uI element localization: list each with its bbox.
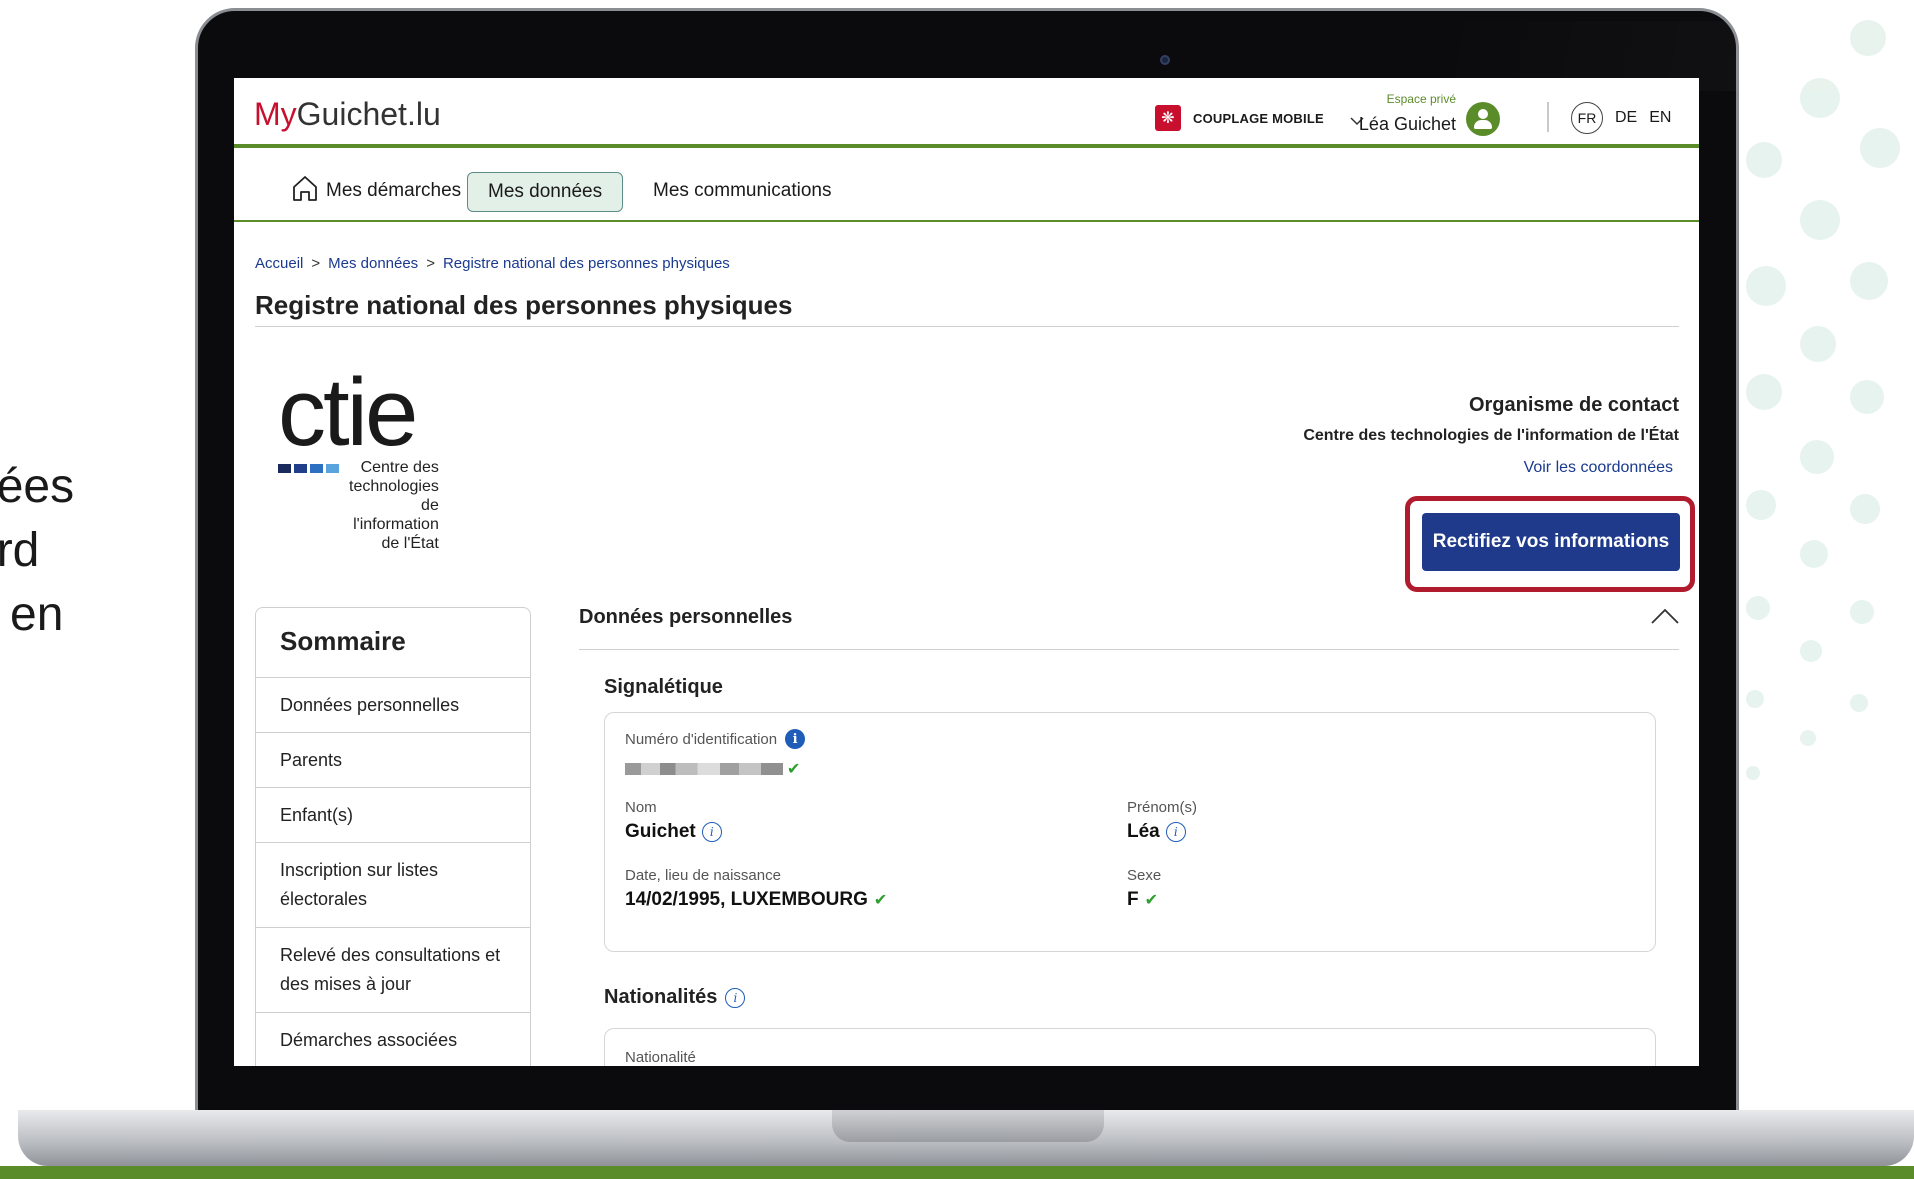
logo-my: My [254, 96, 297, 132]
sommaire-item[interactable]: Enfant(s) [256, 788, 530, 843]
id-label-row: Numéro d'identification i [625, 729, 806, 749]
sexe-value: F [1127, 889, 1139, 910]
nav-mes-communications[interactable]: Mes communications [633, 172, 851, 210]
espace-prive-label: Espace privé [1386, 92, 1456, 106]
couplage-mobile-button[interactable]: ❋ COUPLAGE MOBILE [1155, 105, 1324, 131]
nom-value: Guichet [625, 821, 696, 842]
birth-value-row: 14/02/1995, LUXEMBOURG ✔ [625, 889, 887, 911]
sommaire-panel: Sommaire Données personnelles Parents En… [255, 607, 531, 1066]
sexe-label: Sexe [1127, 867, 1162, 884]
voir-coordonnees-link[interactable]: Voir les coordonnées [1303, 459, 1679, 477]
nav-mes-demarches[interactable]: Mes démarches [306, 172, 481, 210]
side-text-line: n en [0, 588, 64, 641]
side-text-line: ord [0, 524, 40, 577]
sommaire-item[interactable]: Données personnelles [256, 678, 530, 733]
check-icon: ✔ [1144, 892, 1159, 909]
nationalites-title: Nationalités [604, 986, 718, 1008]
ctie-caption-line: de l'information de l'État [353, 497, 439, 552]
breadcrumb-current[interactable]: Registre national des personnes physique… [443, 255, 730, 272]
ctie-wordmark: ctie [278, 359, 418, 466]
qr-mobile-icon: ❋ [1155, 105, 1181, 131]
ctie-caption-line: Centre des technologies [349, 459, 439, 495]
lang-fr-button[interactable]: FR [1571, 102, 1603, 134]
ctie-caption: Centre des technologies de l'information… [349, 458, 439, 553]
breadcrumb-accueil[interactable]: Accueil [255, 255, 303, 272]
prenom-value-row: Léa i [1127, 821, 1186, 843]
info-icon[interactable]: i [785, 729, 806, 749]
logo-rest: Guichet.lu [296, 96, 441, 132]
header-divider [1547, 102, 1549, 132]
birth-label: Date, lieu de naissance [625, 867, 781, 884]
lang-en-button[interactable]: EN [1649, 109, 1671, 127]
sommaire-item[interactable]: Inscription sur listes électorales [256, 843, 530, 928]
nav-mes-donnees[interactable]: Mes données [467, 172, 624, 212]
nationalites-card: Nationalité [604, 1028, 1656, 1066]
user-menu[interactable]: Espace privé Léa Guichet [1350, 92, 1500, 142]
ctie-logo: ctie Centre des technologies de l'inform… [278, 359, 439, 552]
chevron-up-icon[interactable] [1650, 606, 1680, 626]
laptop-notch [832, 1110, 1104, 1142]
id-label: Numéro d'identification [625, 730, 778, 748]
side-text-line: s [0, 647, 100, 711]
contact-block: Organisme de contact Centre des technolo… [1303, 394, 1679, 477]
contact-org: Centre des technologies de l'information… [1303, 427, 1679, 444]
nationalite-column-label: Nationalité [625, 1049, 696, 1066]
avatar-icon [1466, 102, 1500, 136]
sommaire-item[interactable]: Parents [256, 733, 530, 788]
sexe-value-row: F ✔ [1127, 889, 1158, 911]
camera-icon [1160, 55, 1170, 65]
breadcrumb-mes-donnees[interactable]: Mes données [328, 255, 418, 272]
sommaire-item[interactable]: Relevé des consultations et des mises à … [256, 928, 530, 1013]
side-marketing-text: nées ord n en s [0, 455, 100, 711]
check-icon: ✔ [873, 892, 888, 909]
browser-screen: MyGuichet.lu ❋ COUPLAGE MOBILE Espace pr… [234, 78, 1699, 1066]
language-switcher: FR DE EN [1571, 102, 1671, 134]
nom-label: Nom [625, 799, 657, 816]
info-icon[interactable]: i [725, 987, 746, 1008]
site-header: MyGuichet.lu ❋ COUPLAGE MOBILE Espace pr… [234, 78, 1699, 148]
prenom-value: Léa [1127, 821, 1160, 842]
couplage-label: COUPLAGE MOBILE [1193, 110, 1324, 126]
section-divider [579, 649, 1679, 650]
section-title: Données personnelles [579, 606, 793, 628]
birth-value: 14/02/1995, LUXEMBOURG [625, 889, 868, 910]
prenom-label: Prénom(s) [1127, 799, 1198, 816]
masked-id-value [625, 763, 783, 775]
bottom-strip [0, 1166, 1914, 1179]
breadcrumb-separator: > [311, 255, 321, 272]
title-divider [255, 326, 1679, 327]
main-nav: Mes démarches Mes données Mes communicat… [234, 148, 1699, 222]
rectifiez-informations-button[interactable]: Rectifiez vos informations [1422, 513, 1680, 571]
site-logo[interactable]: MyGuichet.lu [254, 96, 441, 133]
signaletique-card: Numéro d'identification i ✔ Nom Guichet … [604, 712, 1656, 952]
contact-heading: Organisme de contact [1468, 394, 1679, 416]
ctie-squares-icon [278, 464, 339, 553]
check-icon: ✔ [787, 761, 801, 778]
side-text-line: nées [0, 460, 75, 513]
ctie-subline: Centre des technologies de l'information… [278, 458, 439, 553]
breadcrumb: Accueil > Mes données > Registre nationa… [255, 255, 730, 272]
user-name: Léa Guichet [1358, 114, 1456, 134]
page-title: Registre national des personnes physique… [255, 290, 793, 320]
info-icon[interactable]: i [701, 822, 722, 842]
breadcrumb-separator: > [426, 255, 435, 272]
info-icon[interactable]: i [1165, 822, 1186, 842]
sommaire-title: Sommaire [256, 608, 530, 678]
lang-de-button[interactable]: DE [1615, 109, 1637, 127]
nom-value-row: Guichet i [625, 821, 722, 843]
signaletique-title: Signalétique [604, 676, 723, 698]
nationalites-heading: Nationalités i [604, 986, 746, 1009]
sommaire-item[interactable]: Démarches associées [256, 1013, 530, 1066]
